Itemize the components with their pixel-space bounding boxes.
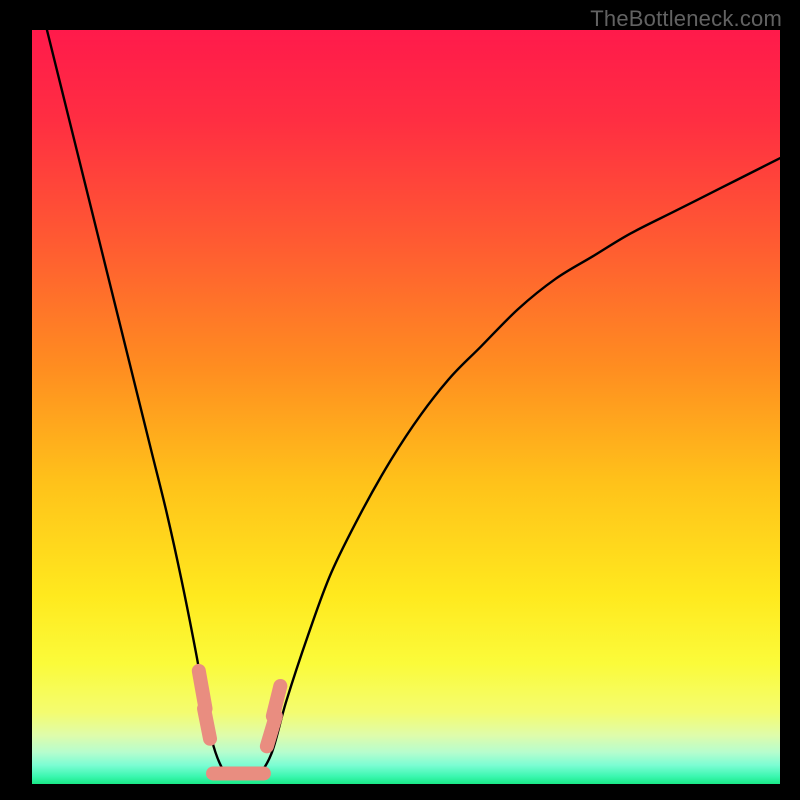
plot-background xyxy=(32,30,780,784)
watermark-text: TheBottleneck.com xyxy=(590,6,782,32)
bottleneck-curve-chart xyxy=(0,0,800,800)
trough-marker-1 xyxy=(204,709,210,739)
chart-stage: TheBottleneck.com xyxy=(0,0,800,800)
trough-marker-4 xyxy=(273,686,280,716)
